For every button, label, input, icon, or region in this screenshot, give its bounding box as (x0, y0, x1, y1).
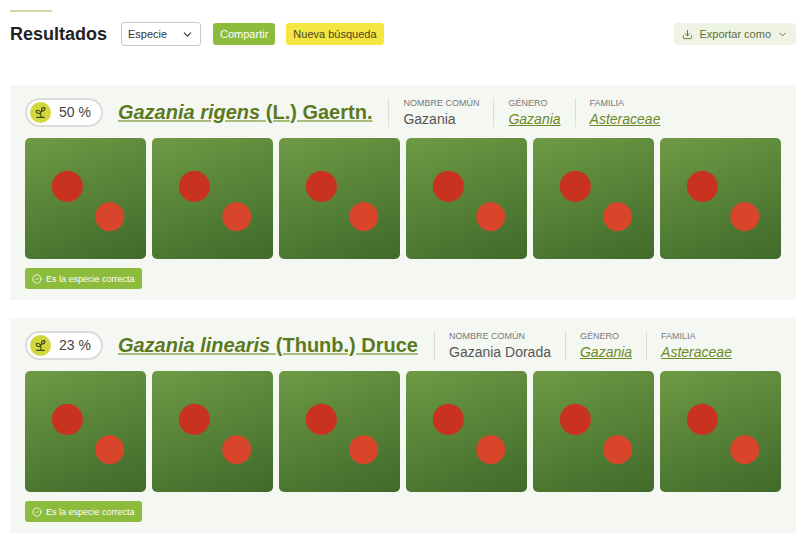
field-label: FAMILIA (661, 331, 732, 341)
field-value: Gazania Dorada (449, 344, 551, 360)
field-label: FAMILIA (590, 98, 661, 108)
result-card: 23 % Gazania linearis (Thunb.) Druce NOMBR… (10, 318, 796, 533)
photo-grid (25, 371, 781, 492)
species-name-link[interactable]: Gazania rigens (L.) Gaertn. (118, 101, 373, 124)
field-label: GÉNERO (508, 98, 560, 108)
result-header: 50 % Gazania rigens (L.) Gaertn. NOMBRE CO… (25, 97, 781, 127)
info-field: FAMILIA Asteraceae (575, 98, 675, 127)
photo[interactable] (152, 138, 273, 259)
info-field: NOMBRE COMÚN Gazania (388, 98, 493, 127)
photo[interactable] (25, 138, 146, 259)
sprout-icon (30, 102, 51, 123)
photo-grid (25, 138, 781, 259)
photo[interactable] (533, 371, 654, 492)
photo[interactable] (660, 138, 781, 259)
species-name-link[interactable]: Gazania linearis (Thunb.) Druce (118, 334, 418, 357)
result-card: 50 % Gazania rigens (L.) Gaertn. NOMBRE CO… (10, 85, 796, 300)
field-label: NOMBRE COMÚN (449, 331, 551, 341)
photo[interactable] (406, 138, 527, 259)
field-link[interactable]: Gazania (580, 344, 632, 360)
info-field: GÉNERO Gazania (565, 331, 646, 360)
chevron-down-icon (777, 29, 788, 40)
field-value: Gazania (403, 111, 479, 127)
score-badge: 23 % (25, 331, 103, 360)
photo[interactable] (152, 371, 273, 492)
field-label: NOMBRE COMÚN (403, 98, 479, 108)
accent-line (10, 10, 52, 12)
info-field: FAMILIA Asteraceae (646, 331, 746, 360)
field-label: GÉNERO (580, 331, 632, 341)
photo[interactable] (279, 138, 400, 259)
check-circle-icon (32, 274, 42, 284)
info-field: GÉNERO Gazania (493, 98, 574, 127)
results-title: Resultados (10, 24, 107, 45)
export-button[interactable]: Exportar como (674, 23, 796, 45)
photo[interactable] (406, 371, 527, 492)
toolbar: Resultados Especie Compartir Nueva búsqueda… (10, 22, 796, 46)
confirm-species-button[interactable]: Es la especie correcta (25, 501, 142, 522)
photo[interactable] (533, 138, 654, 259)
field-link[interactable]: Asteraceae (661, 344, 732, 360)
check-circle-icon (32, 507, 42, 517)
result-header: 23 % Gazania linearis (Thunb.) Druce NOMBR… (25, 330, 781, 360)
photo[interactable] (279, 371, 400, 492)
chevron-down-icon (181, 28, 194, 41)
download-icon (682, 29, 693, 40)
field-link[interactable]: Gazania (508, 111, 560, 127)
info-field: NOMBRE COMÚN Gazania Dorada (434, 331, 565, 360)
photo[interactable] (25, 371, 146, 492)
photo[interactable] (660, 371, 781, 492)
results-page: Resultados Especie Compartir Nueva búsqueda… (0, 0, 804, 533)
results-list: 50 % Gazania rigens (L.) Gaertn. NOMBRE CO… (10, 85, 796, 533)
sort-select[interactable]: Especie (121, 22, 201, 46)
field-link[interactable]: Asteraceae (590, 111, 661, 127)
new-search-button[interactable]: Nueva búsqueda (286, 23, 383, 45)
share-button[interactable]: Compartir (213, 23, 275, 45)
confirm-species-button[interactable]: Es la especie correcta (25, 268, 142, 289)
score-badge: 50 % (25, 98, 103, 127)
sprout-icon (30, 335, 51, 356)
